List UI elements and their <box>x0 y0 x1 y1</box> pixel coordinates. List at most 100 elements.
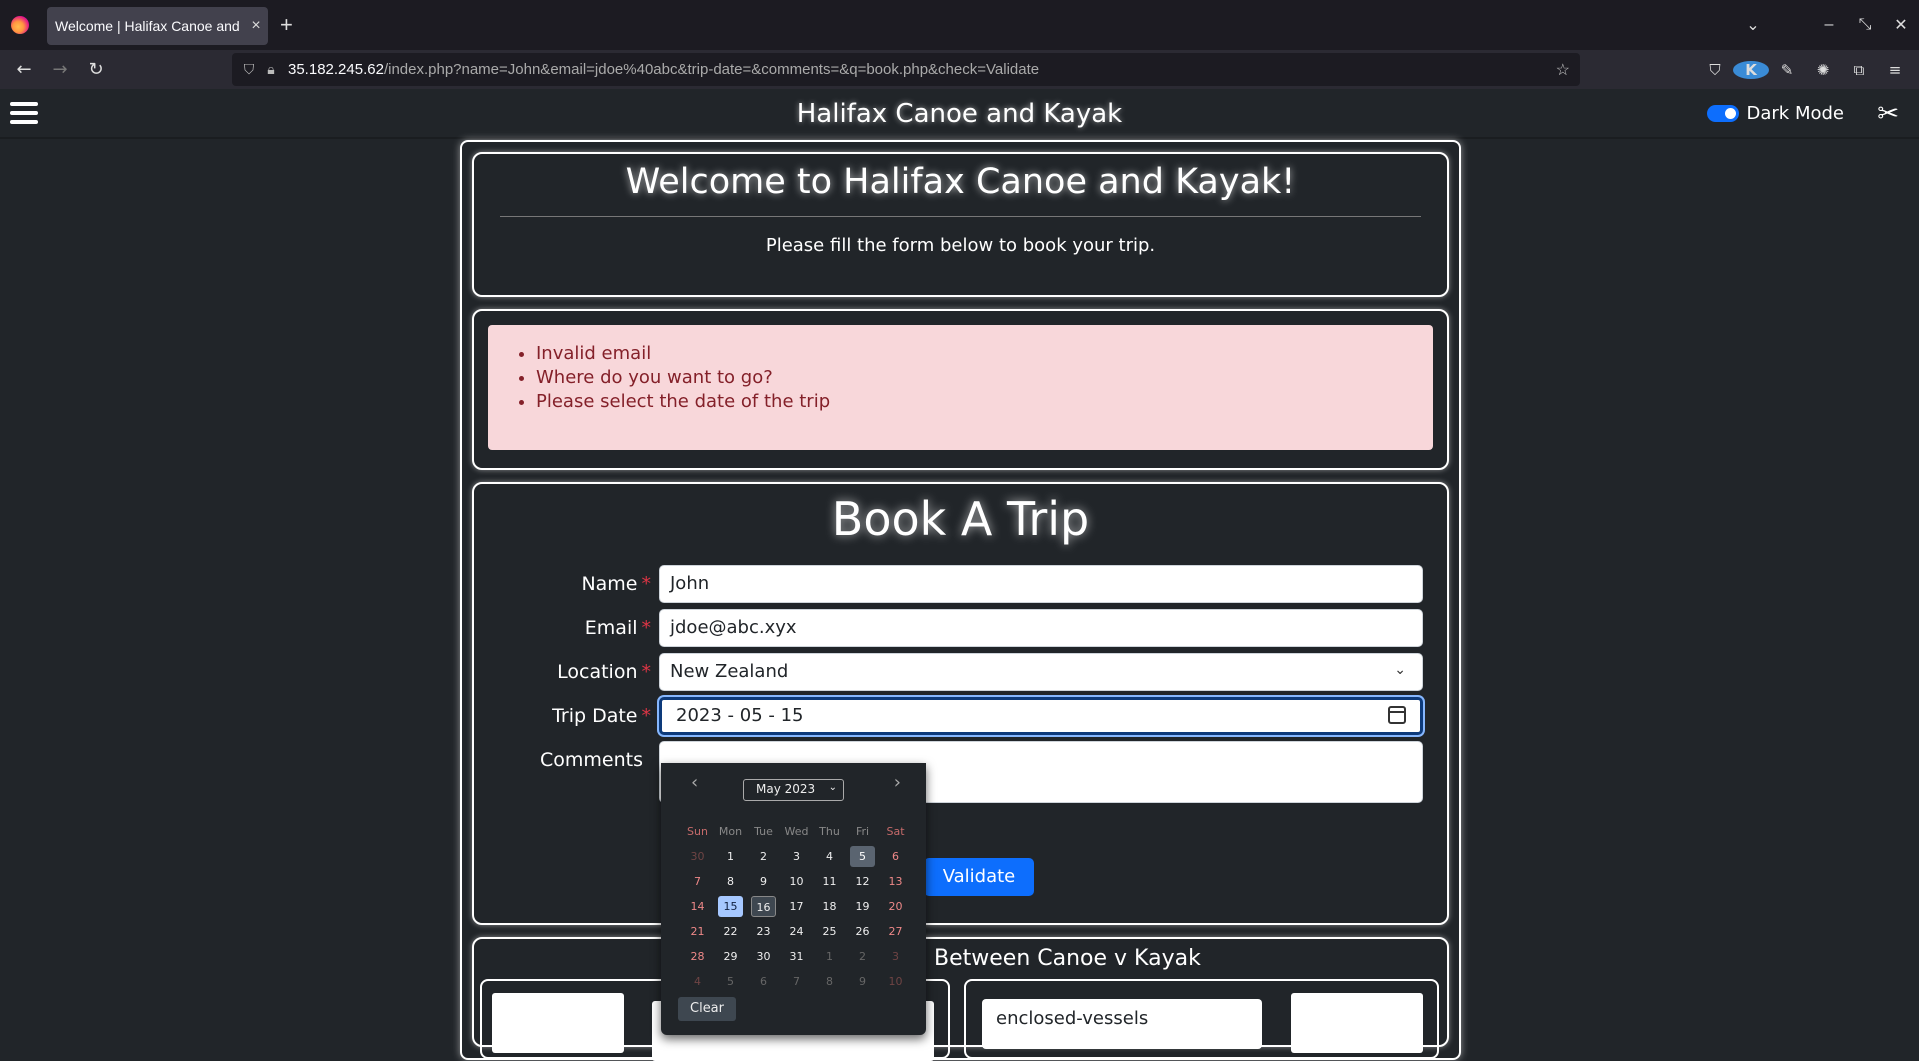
error-item: Invalid email <box>536 343 1433 364</box>
url-bar[interactable]: ⛉ 🔒︎ 35.182.245.62 /index.php?name=John&… <box>232 53 1580 86</box>
calendar-day[interactable]: 26 <box>850 921 875 942</box>
minimize-icon[interactable]: – <box>1811 16 1847 34</box>
weekday-header: Sat <box>886 825 905 838</box>
url-path: /index.php?name=John&email=jdoe%40abc&tr… <box>383 61 1040 78</box>
kayak-image <box>1291 993 1423 1053</box>
calendar-day[interactable]: 6 <box>883 846 908 867</box>
extension-gear-icon[interactable]: ✺ <box>1805 61 1841 79</box>
extension-icon[interactable]: ✎ <box>1769 61 1805 79</box>
calendar-day[interactable]: 16 <box>751 896 776 917</box>
location-select[interactable]: New Zealand ⌄ <box>659 653 1423 691</box>
calendar-day[interactable]: 6 <box>751 971 776 992</box>
new-tab-button[interactable]: + <box>280 12 293 38</box>
forward-icon[interactable]: → <box>42 59 78 80</box>
calendar-day[interactable]: 28 <box>685 946 710 967</box>
calendar-day[interactable]: 17 <box>784 896 809 917</box>
booking-form-card: Book A Trip Name * John Email * jdoe@abc.x… <box>472 482 1449 925</box>
name-row: Name * John <box>474 565 1451 605</box>
calendar-day[interactable]: 27 <box>883 921 908 942</box>
reload-icon[interactable]: ↻ <box>78 59 114 80</box>
calendar-day[interactable]: 5 <box>718 971 743 992</box>
calendar-day[interactable]: 9 <box>751 871 776 892</box>
welcome-subtext: Please fill the form below to book your … <box>765 235 1156 256</box>
extensions-puzzle-icon[interactable]: ⧉ <box>1841 61 1877 79</box>
calendar-day[interactable]: 24 <box>784 921 809 942</box>
calendar-day[interactable]: 7 <box>784 971 809 992</box>
name-input[interactable]: John <box>659 565 1423 603</box>
dark-mode-switch[interactable] <box>1706 105 1739 122</box>
scissors-icon[interactable]: ✂ <box>1877 99 1899 129</box>
browser-tab[interactable]: Welcome | Halifax Canoe and × <box>47 7 268 45</box>
email-input[interactable]: jdoe@abc.xyx <box>659 609 1423 647</box>
pocket-icon[interactable]: ⛉ <box>1697 61 1733 79</box>
shield-icon: ⛉ <box>243 61 255 77</box>
next-month-icon[interactable]: › <box>894 772 901 793</box>
calendar-day[interactable]: 3 <box>784 846 809 867</box>
divider <box>500 216 1421 217</box>
calendar-day[interactable]: 3 <box>883 946 908 967</box>
back-icon[interactable]: ← <box>6 59 42 80</box>
calendar-day[interactable]: 7 <box>685 871 710 892</box>
calendar-day[interactable]: 15 <box>718 896 743 917</box>
date-picker: ‹ May 2023 ⌄ › Sun Mon Tue Wed Thu Fri Sat 30 1 2 3… <box>661 763 926 1035</box>
calendar-day[interactable]: 8 <box>817 971 842 992</box>
calendar-day[interactable]: 19 <box>850 896 875 917</box>
calendar-icon[interactable] <box>1388 706 1406 724</box>
calendar-day[interactable]: 22 <box>718 921 743 942</box>
calendar-day[interactable]: 1 <box>718 846 743 867</box>
clear-button[interactable]: Clear <box>678 997 736 1021</box>
calendar-day[interactable]: 5 <box>850 846 875 867</box>
weekday-header: Fri <box>855 825 870 838</box>
calendar-day[interactable]: 9 <box>850 971 875 992</box>
comments-label: Comments <box>540 749 643 771</box>
firefox-logo-icon <box>11 16 29 34</box>
comparison-title: Between Canoe v Kayak <box>934 946 1201 971</box>
calendar-day[interactable]: 14 <box>685 896 710 917</box>
close-window-icon[interactable]: ✕ <box>1883 15 1919 35</box>
weekday-header: Tue <box>754 825 773 838</box>
calendar-day[interactable]: 30 <box>685 846 710 867</box>
weekday-header: Sun <box>687 825 708 838</box>
calendar-day[interactable]: 30 <box>751 946 776 967</box>
menu-icon[interactable]: ≡ <box>1877 61 1913 79</box>
calendar-day[interactable]: 18 <box>817 896 842 917</box>
restore-icon[interactable]: ⤡ <box>1847 16 1883 34</box>
calendar-day[interactable]: 4 <box>685 971 710 992</box>
calendar-day[interactable]: 12 <box>850 871 875 892</box>
calendar-day[interactable]: 8 <box>718 871 743 892</box>
url-host: 35.182.245.62 <box>288 61 384 78</box>
canoe-image <box>492 993 624 1053</box>
email-row: Email * jdoe@abc.xyx <box>474 609 1451 649</box>
trip-date-label: Trip Date * <box>552 705 651 727</box>
calendar-day[interactable]: 29 <box>718 946 743 967</box>
account-icon[interactable]: K <box>1733 60 1769 79</box>
kayak-card: enclosed-vessels <box>964 979 1439 1059</box>
validate-button[interactable]: Validate <box>924 858 1034 896</box>
weekday-header: Wed <box>784 825 809 838</box>
calendar-day[interactable]: 10 <box>784 871 809 892</box>
calendar-day[interactable]: 13 <box>883 871 908 892</box>
tab-list-chevron-icon[interactable]: ⌄ <box>1735 15 1771 35</box>
calendar-day[interactable]: 21 <box>685 921 710 942</box>
bookmark-star-icon[interactable]: ☆ <box>1556 60 1570 80</box>
calendar-day[interactable]: 23 <box>751 921 776 942</box>
previous-month-icon[interactable]: ‹ <box>691 772 698 793</box>
welcome-heading: Welcome to Halifax Canoe and Kayak! <box>625 162 1296 202</box>
calendar-day[interactable]: 20 <box>883 896 908 917</box>
calendar-day[interactable]: 25 <box>817 921 842 942</box>
calendar-day[interactable]: 1 <box>817 946 842 967</box>
calendar-day[interactable]: 2 <box>850 946 875 967</box>
tab-close-icon[interactable]: × <box>244 17 268 35</box>
trip-date-row: Trip Date * 2023 - 05 - 15 <box>474 697 1451 737</box>
trip-date-input[interactable]: 2023 - 05 - 15 <box>659 697 1423 735</box>
location-label: Location * <box>557 661 651 683</box>
calendar-day[interactable]: 4 <box>817 846 842 867</box>
comparison-card: Between Canoe v Kayak enclosed-vessels <box>472 937 1449 1061</box>
calendar-day[interactable]: 31 <box>784 946 809 967</box>
calendar-day[interactable]: 11 <box>817 871 842 892</box>
dark-mode-toggle[interactable]: Dark Mode <box>1706 103 1844 124</box>
tab-title: Welcome | Halifax Canoe and <box>55 18 240 34</box>
month-year-select[interactable]: May 2023 ⌄ <box>743 779 844 801</box>
calendar-day[interactable]: 10 <box>883 971 908 992</box>
calendar-day[interactable]: 2 <box>751 846 776 867</box>
